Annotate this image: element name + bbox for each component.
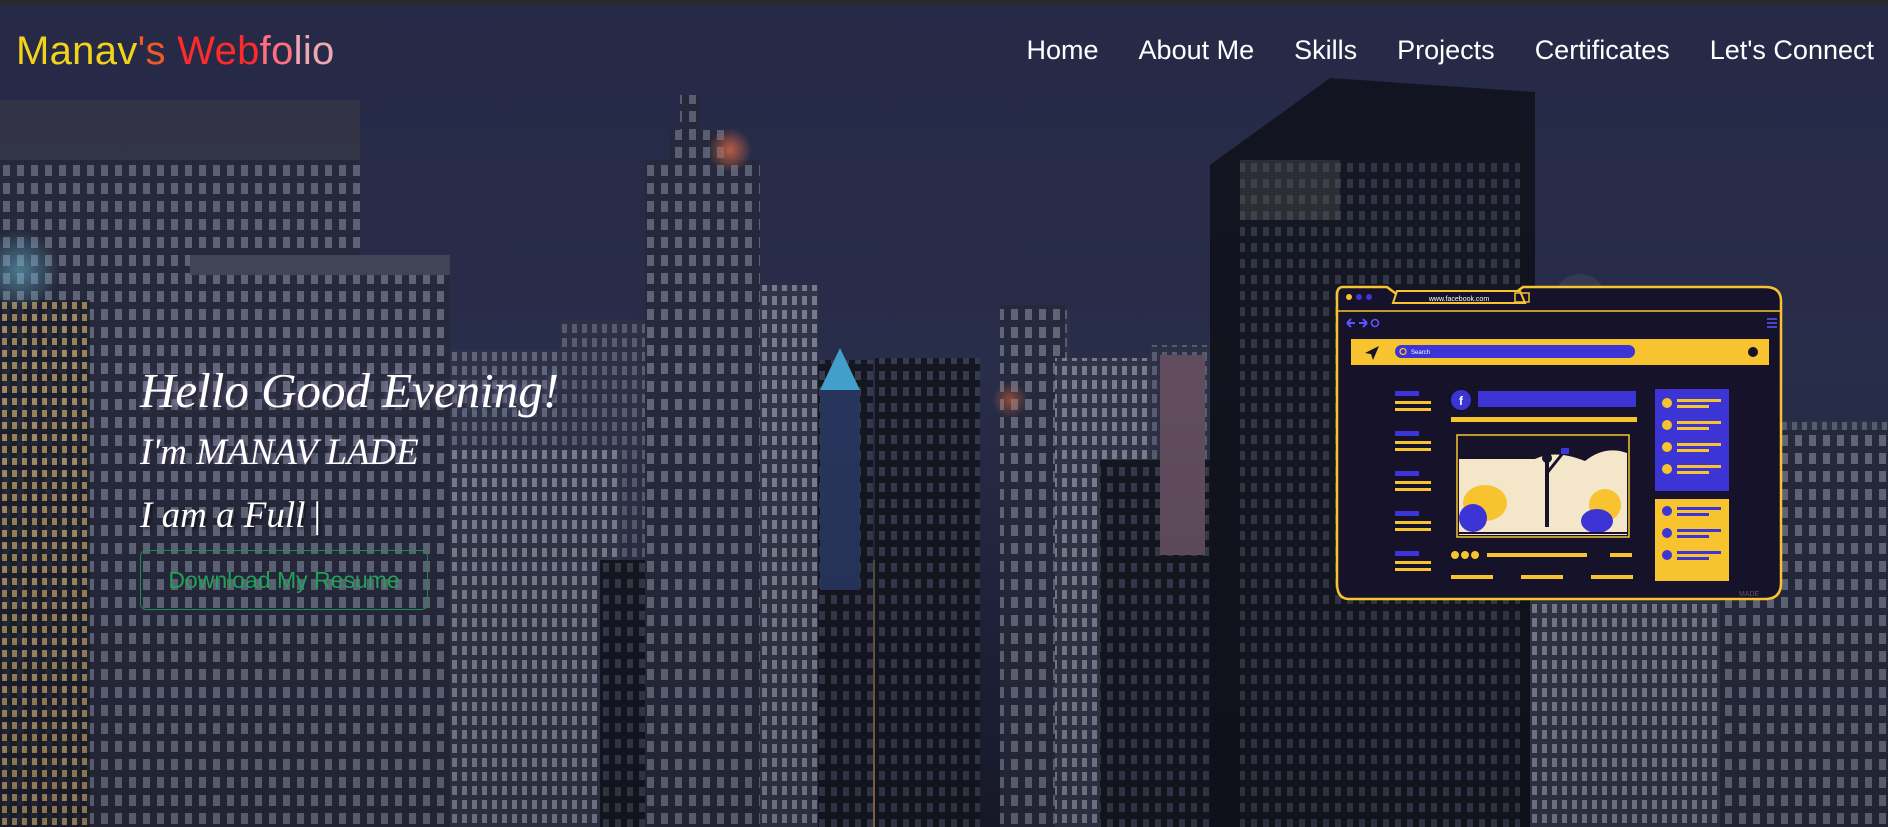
facebook-icon: f [1451,390,1471,410]
browser-mockup-svg: www.facebook.com Search f MADE [1335,285,1783,601]
brand-part: lio [293,29,335,73]
web-browser-illustration: www.facebook.com Search f MADE [1335,283,1787,603]
brand-part: Manav [16,29,138,73]
brand-logo[interactable]: Manav's Webfolio [16,29,335,74]
nav-projects[interactable]: Projects [1397,35,1495,66]
download-resume-button[interactable]: Download My Resume [140,550,428,610]
brand-part: Web [177,29,260,73]
brand-part: 's [137,29,166,73]
hero-section: Hello Good Evening! I'm MANAV LADE I am … [140,362,560,610]
typed-text: I am a Full [140,495,306,536]
nav-certificates[interactable]: Certificates [1535,35,1670,66]
typing-cursor: | [313,495,321,536]
name-text: I'm MANAV LADE [140,432,419,473]
greeting-heading: Hello Good Evening! [140,363,560,418]
name-heading: I'm MANAV LADE [140,431,559,474]
nav-home[interactable]: Home [1027,35,1099,66]
navbar: Manav's Webfolio Home About Me Skills Pr… [0,5,1888,91]
main-nav: Home About Me Skills Projects Certificat… [1027,35,1874,66]
brand-part: fo [259,29,294,73]
nav-about-me[interactable]: About Me [1139,35,1255,66]
nav-lets-connect[interactable]: Let's Connect [1710,35,1874,66]
url-text: www.facebook.com [1428,296,1489,303]
watermark-text: MADE [1739,591,1760,598]
nav-skills[interactable]: Skills [1294,35,1357,66]
search-placeholder: Search [1411,350,1430,356]
typed-subtitle: I am a Full | [140,494,559,537]
